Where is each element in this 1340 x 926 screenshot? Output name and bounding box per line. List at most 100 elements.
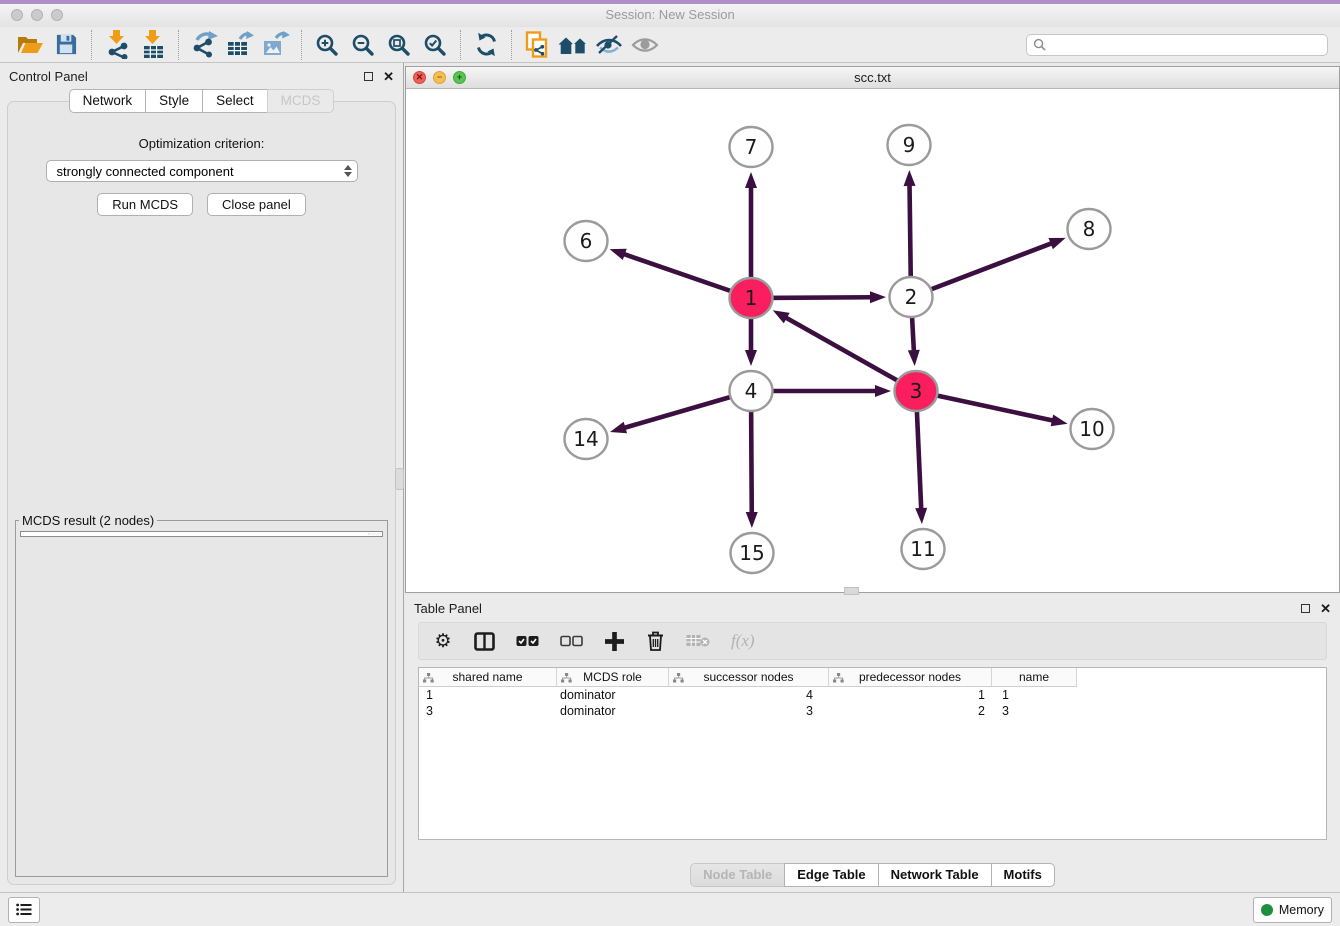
graph-node[interactable]: 10	[1071, 409, 1114, 449]
table-settings-icon[interactable]: ⚙	[433, 629, 453, 653]
table-row[interactable]: 1dominator411	[419, 687, 1326, 703]
node-table: shared name MCDS role successor nodes pr…	[418, 667, 1327, 840]
delete-column-icon[interactable]	[645, 629, 665, 653]
zoom-out-icon[interactable]	[345, 29, 381, 61]
optimization-criterion-label: Optimization criterion:	[8, 136, 395, 151]
run-mcds-button[interactable]: Run MCDS	[97, 193, 193, 216]
deselect-all-icon[interactable]	[560, 629, 583, 653]
hide-selected-icon[interactable]	[591, 29, 627, 61]
network-view-window: ✕ − + scc.txt 7 9 6 8 1 2 4 3 14 10 15 11	[405, 66, 1340, 593]
column-header-successor-nodes[interactable]: successor nodes	[669, 668, 829, 686]
table-cell[interactable]: 1	[992, 688, 1077, 702]
tab-network-table[interactable]: Network Table	[878, 863, 992, 887]
export-table-icon[interactable]	[222, 29, 258, 61]
graph-node[interactable]: 4	[730, 371, 773, 411]
select-stepper-icon	[344, 165, 352, 177]
table-cell[interactable]: 1	[829, 688, 992, 702]
graph-node[interactable]: 7	[730, 127, 773, 167]
table-header-row: shared name MCDS role successor nodes pr…	[419, 668, 1077, 687]
refresh-view-icon[interactable]	[468, 29, 504, 61]
task-history-button[interactable]	[8, 897, 40, 923]
import-table-icon[interactable]	[135, 29, 171, 61]
graph-node-label: 9	[903, 133, 916, 157]
table-cell[interactable]: 4	[669, 688, 829, 702]
horizontal-splitter-handle[interactable]	[844, 587, 859, 595]
network-canvas[interactable]: 7 9 6 8 1 2 4 3 14 10 15 11	[406, 89, 1339, 592]
mcds-result-group: MCDS result (2 nodes) 1 3	[15, 513, 388, 877]
float-panel-icon[interactable]	[364, 72, 373, 81]
graph-node[interactable]: 8	[1068, 209, 1111, 249]
save-session-icon[interactable]	[48, 29, 84, 61]
table-tabs: Node Table Edge Table Network Table Moti…	[405, 863, 1340, 887]
zoom-selected-icon[interactable]	[417, 29, 453, 61]
split-panel-icon[interactable]	[474, 629, 495, 653]
network-maximize-button[interactable]: +	[453, 71, 466, 84]
graph-node-label: 10	[1079, 417, 1104, 441]
tab-network[interactable]: Network	[69, 89, 147, 113]
add-column-icon[interactable]	[604, 629, 624, 653]
table-cell[interactable]: 1	[419, 688, 557, 702]
search-box[interactable]	[1026, 34, 1328, 56]
graph-node[interactable]: 14	[565, 419, 608, 459]
graph-node[interactable]: 9	[888, 125, 931, 165]
open-session-icon[interactable]	[12, 29, 48, 61]
vertical-splitter-handle[interactable]	[395, 468, 404, 490]
mcds-result-title: MCDS result (2 nodes)	[19, 513, 157, 528]
table-row[interactable]: 3dominator323	[419, 703, 1326, 719]
graph-edge-arrowhead	[915, 508, 927, 524]
table-panel-title: Table Panel	[414, 601, 482, 616]
select-all-icon[interactable]	[516, 629, 539, 653]
float-table-panel-icon[interactable]	[1301, 604, 1310, 613]
tab-motifs[interactable]: Motifs	[991, 863, 1055, 887]
graph-edge[interactable]	[785, 317, 916, 391]
optimization-criterion-select[interactable]: strongly connected component	[46, 160, 358, 182]
duplicate-network-icon[interactable]	[519, 29, 555, 61]
graph-edge[interactable]	[911, 243, 1053, 297]
export-image-icon[interactable]	[258, 29, 294, 61]
table-cell[interactable]: 3	[669, 704, 829, 718]
memory-button[interactable]: Memory	[1253, 897, 1332, 923]
zoom-in-icon[interactable]	[309, 29, 345, 61]
export-network-icon[interactable]	[186, 29, 222, 61]
graph-edge-arrowhead	[1051, 414, 1068, 426]
tab-select[interactable]: Select	[202, 89, 268, 113]
graph-node[interactable]: 2	[890, 277, 933, 317]
shared-attribute-icon	[833, 672, 844, 686]
import-network-icon[interactable]	[99, 29, 135, 61]
graph-node-label: 2	[905, 285, 918, 309]
table-cell[interactable]: 3	[992, 704, 1077, 718]
tab-style[interactable]: Style	[145, 89, 203, 113]
column-header-predecessor-nodes[interactable]: predecessor nodes	[829, 668, 992, 686]
graph-node[interactable]: 6	[565, 221, 608, 261]
window-title: Session: New Session	[0, 7, 1340, 22]
graph-node[interactable]: 1	[730, 278, 773, 318]
close-panel-icon[interactable]: ✕	[383, 70, 394, 83]
search-input[interactable]	[1050, 37, 1321, 53]
table-cell[interactable]: dominator	[557, 704, 669, 718]
network-graph[interactable]: 7 9 6 8 1 2 4 3 14 10 15 11	[406, 89, 1338, 592]
column-header-shared-name[interactable]: shared name	[419, 668, 557, 686]
mcds-result-text[interactable]: 1 3	[20, 531, 383, 537]
table-body: 1dominator4113dominator323	[419, 687, 1326, 719]
close-table-panel-icon[interactable]: ✕	[1320, 602, 1331, 615]
graph-edge-arrowhead	[745, 350, 757, 366]
column-header-mcds-role[interactable]: MCDS role	[557, 668, 669, 686]
first-neighbors-icon[interactable]	[555, 29, 591, 61]
network-title: scc.txt	[406, 70, 1339, 85]
column-header-name[interactable]: name	[992, 668, 1077, 686]
result-scrollbar[interactable]	[368, 533, 381, 535]
table-cell[interactable]: dominator	[557, 688, 669, 702]
memory-status-icon	[1261, 904, 1273, 916]
close-panel-button[interactable]: Close panel	[207, 193, 306, 216]
tab-edge-table[interactable]: Edge Table	[784, 863, 878, 887]
graph-node[interactable]: 3	[895, 371, 938, 411]
tab-mcds[interactable]: MCDS	[267, 89, 335, 113]
graph-node[interactable]: 11	[902, 529, 945, 569]
graph-node[interactable]: 15	[731, 533, 774, 573]
network-minimize-button[interactable]: −	[433, 71, 446, 84]
table-cell[interactable]: 2	[829, 704, 992, 718]
network-close-button[interactable]: ✕	[413, 71, 426, 84]
tab-node-table[interactable]: Node Table	[690, 863, 785, 887]
table-cell[interactable]: 3	[419, 704, 557, 718]
zoom-fit-content-icon[interactable]	[381, 29, 417, 61]
